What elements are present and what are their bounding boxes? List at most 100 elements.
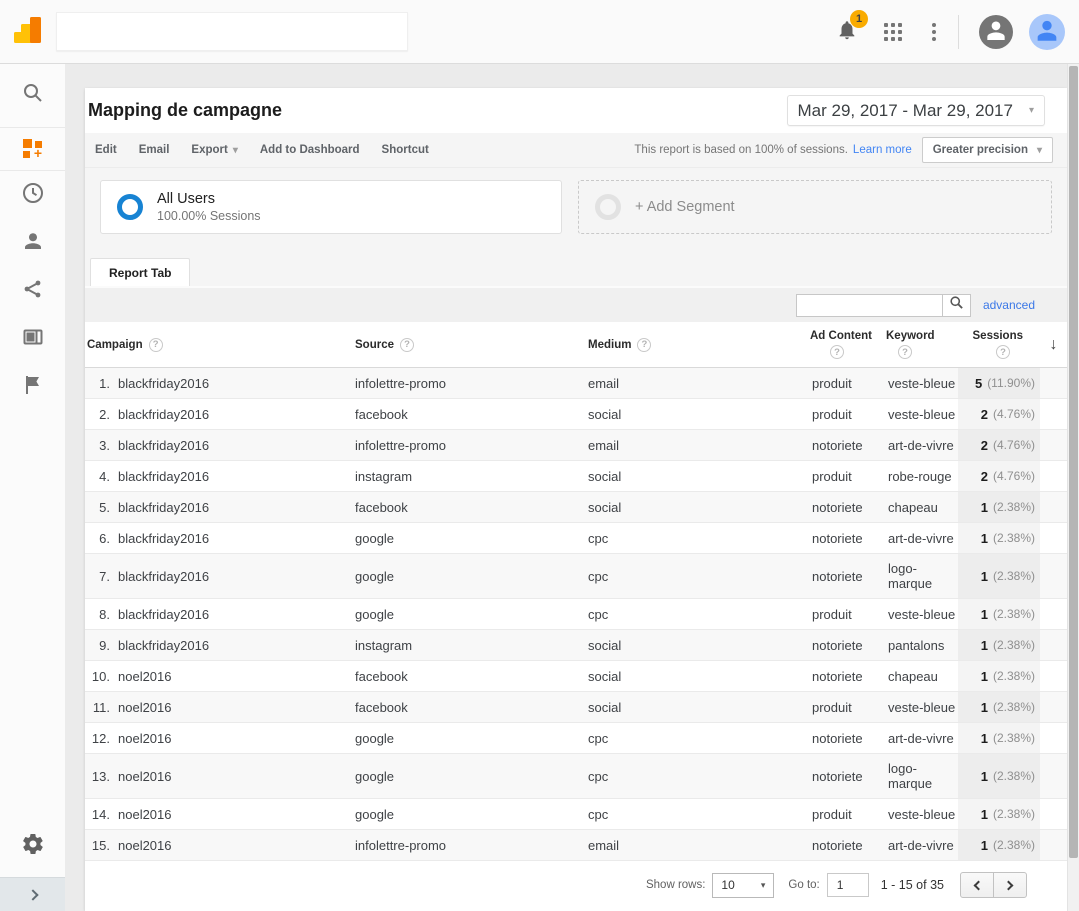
learn-more-link[interactable]: Learn more bbox=[853, 144, 912, 156]
segment-all-users[interactable]: All Users 100.00% Sessions bbox=[100, 180, 562, 234]
column-header-sessions[interactable]: Sessions ? bbox=[958, 330, 1040, 359]
table-row[interactable]: 5. blackfriday2016 facebook social notor… bbox=[85, 492, 1067, 523]
cell-source: google bbox=[350, 769, 583, 784]
export-button[interactable]: Export ▾ bbox=[191, 144, 237, 156]
sessions-percent: (2.38%) bbox=[993, 638, 1035, 652]
chevron-right-icon bbox=[1004, 880, 1014, 890]
cell-medium: cpc bbox=[583, 531, 798, 546]
table-row[interactable]: 9. blackfriday2016 instagram social noto… bbox=[85, 630, 1067, 661]
column-header-keyword[interactable]: Keyword ? bbox=[886, 330, 958, 359]
scrollbar-thumb[interactable] bbox=[1069, 66, 1078, 858]
sort-descending-icon[interactable]: ↓ bbox=[1050, 336, 1058, 354]
cell-sessions: 1 (2.38%) bbox=[958, 661, 1040, 691]
previous-page-button[interactable] bbox=[960, 872, 994, 898]
segment-detail: 100.00% Sessions bbox=[157, 209, 261, 223]
column-header-campaign[interactable]: Campaign ? bbox=[85, 338, 350, 352]
sidebar-item-realtime[interactable] bbox=[0, 171, 65, 219]
table-search-band: advanced bbox=[85, 286, 1067, 322]
sessions-value: 5 bbox=[975, 376, 982, 391]
email-button[interactable]: Email bbox=[139, 144, 170, 156]
table-row[interactable]: 10. noel2016 facebook social notoriete c… bbox=[85, 661, 1067, 692]
sidebar-item-conversions[interactable] bbox=[0, 363, 65, 411]
table-row[interactable]: 3. blackfriday2016 infolettre-promo emai… bbox=[85, 430, 1067, 461]
column-header-ad-content[interactable]: Ad Content ? bbox=[798, 330, 886, 359]
cell-keyword: veste-bleue bbox=[886, 369, 958, 398]
global-search-input[interactable] bbox=[57, 13, 407, 50]
add-segment-button[interactable]: + Add Segment bbox=[578, 180, 1052, 234]
account-avatar[interactable] bbox=[979, 15, 1013, 49]
sessions-percent: (11.90%) bbox=[987, 376, 1035, 390]
help-icon[interactable]: ? bbox=[637, 338, 651, 352]
cell-ad-content: notoriete bbox=[798, 569, 886, 584]
table-search-button[interactable] bbox=[942, 294, 971, 317]
advanced-search-link[interactable]: advanced bbox=[983, 298, 1035, 312]
show-rows-select[interactable]: 10 ▾ bbox=[712, 873, 774, 898]
show-rows-label: Show rows: bbox=[646, 879, 705, 891]
cell-keyword: art-de-vivre bbox=[886, 524, 958, 553]
sessions-percent: (4.76%) bbox=[993, 438, 1035, 452]
sessions-percent: (2.38%) bbox=[993, 569, 1035, 583]
cell-source: infolettre-promo bbox=[350, 376, 583, 391]
sessions-percent: (2.38%) bbox=[993, 500, 1035, 514]
segments-zone: All Users 100.00% Sessions + Add Segment bbox=[85, 168, 1067, 258]
chevron-down-icon: ▾ bbox=[761, 880, 766, 891]
table-row[interactable]: 4. blackfriday2016 instagram social prod… bbox=[85, 461, 1067, 492]
table-row[interactable]: 7. blackfriday2016 google cpc notoriete … bbox=[85, 554, 1067, 599]
sessions-value: 1 bbox=[981, 531, 988, 546]
next-page-button[interactable] bbox=[993, 872, 1027, 898]
chevron-down-icon: ▾ bbox=[233, 145, 238, 156]
table-search-input[interactable] bbox=[796, 294, 942, 317]
sidebar-collapse-toggle[interactable] bbox=[0, 877, 65, 911]
tab-report[interactable]: Report Tab bbox=[90, 258, 190, 286]
sessions-percent: (2.38%) bbox=[993, 700, 1035, 714]
help-icon[interactable]: ? bbox=[400, 338, 414, 352]
help-icon[interactable]: ? bbox=[149, 338, 163, 352]
table-row[interactable]: 2. blackfriday2016 facebook social produ… bbox=[85, 399, 1067, 430]
table-row[interactable]: 1. blackfriday2016 infolettre-promo emai… bbox=[85, 368, 1067, 399]
column-header-medium[interactable]: Medium ? bbox=[583, 338, 798, 352]
notifications-button[interactable]: 1 bbox=[836, 19, 858, 46]
table-row[interactable]: 6. blackfriday2016 google cpc notoriete … bbox=[85, 523, 1067, 554]
edit-button[interactable]: Edit bbox=[95, 144, 117, 156]
sidebar-item-acquisition[interactable] bbox=[0, 267, 65, 315]
column-header-source[interactable]: Source ? bbox=[350, 338, 583, 352]
sidebar-item-customization[interactable]: + bbox=[0, 128, 65, 171]
cell-campaign: noel2016 bbox=[118, 700, 350, 715]
table-row[interactable]: 11. noel2016 facebook social produit ves… bbox=[85, 692, 1067, 723]
table-row[interactable]: 15. noel2016 infolettre-promo email noto… bbox=[85, 830, 1067, 861]
sidebar-item-search[interactable] bbox=[0, 64, 65, 128]
user-avatar[interactable] bbox=[1029, 14, 1065, 50]
table-row[interactable]: 14. noel2016 google cpc produit veste-bl… bbox=[85, 799, 1067, 830]
report-action-bar: Edit Email Export ▾ Add to Dashboard Sho… bbox=[85, 133, 1067, 168]
vertical-scrollbar[interactable] bbox=[1067, 64, 1079, 911]
add-to-dashboard-button[interactable]: Add to Dashboard bbox=[260, 144, 360, 156]
table-row[interactable]: 13. noel2016 google cpc notoriete logo-m… bbox=[85, 754, 1067, 799]
overflow-menu-icon[interactable] bbox=[932, 23, 936, 41]
sidebar-item-audience[interactable] bbox=[0, 219, 65, 267]
help-icon[interactable]: ? bbox=[898, 345, 912, 359]
cell-sessions: 1 (2.38%) bbox=[958, 754, 1040, 798]
segment-name: All Users bbox=[157, 191, 261, 207]
sidebar-item-behavior[interactable] bbox=[0, 315, 65, 363]
row-index: 15. bbox=[85, 838, 118, 853]
help-icon[interactable]: ? bbox=[996, 345, 1010, 359]
goto-page-input[interactable] bbox=[827, 873, 869, 897]
page-title: Mapping de campagne bbox=[88, 100, 282, 121]
cell-campaign: blackfriday2016 bbox=[118, 438, 350, 453]
date-range-selector[interactable]: Mar 29, 2017 - Mar 29, 2017 ▾ bbox=[787, 95, 1046, 126]
analytics-logo[interactable] bbox=[0, 0, 56, 64]
cell-medium: social bbox=[583, 407, 798, 422]
sidebar-item-admin[interactable] bbox=[0, 824, 65, 868]
table-row[interactable]: 8. blackfriday2016 google cpc produit ve… bbox=[85, 599, 1067, 630]
cell-ad-content: notoriete bbox=[798, 669, 886, 684]
precision-selector[interactable]: Greater precision ▾ bbox=[922, 137, 1053, 163]
help-icon[interactable]: ? bbox=[830, 345, 844, 359]
table-row[interactable]: 12. noel2016 google cpc notoriete art-de… bbox=[85, 723, 1067, 754]
date-range-value: Mar 29, 2017 - Mar 29, 2017 bbox=[798, 101, 1013, 121]
gear-icon bbox=[21, 832, 45, 861]
apps-grid-icon[interactable] bbox=[884, 23, 902, 41]
customization-icon: + bbox=[23, 139, 43, 159]
shortcut-button[interactable]: Shortcut bbox=[382, 144, 429, 156]
cell-keyword: veste-bleue bbox=[886, 600, 958, 629]
sessions-value: 1 bbox=[981, 731, 988, 746]
